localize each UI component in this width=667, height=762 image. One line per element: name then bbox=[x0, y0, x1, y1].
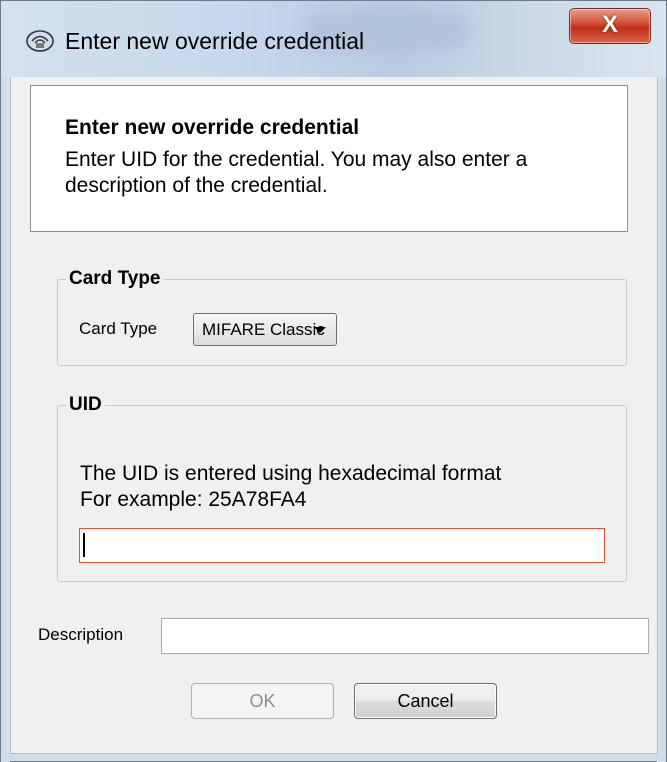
card-type-selected-value: MIFARE Classic bbox=[202, 320, 325, 339]
title-bar[interactable]: Enter new override credential X bbox=[1, 1, 666, 78]
window-frame-left bbox=[1, 77, 10, 762]
window-frame-bottom bbox=[1, 753, 666, 761]
uid-info: The UID is entered using hexadecimal for… bbox=[80, 461, 501, 513]
uid-input[interactable] bbox=[79, 528, 605, 563]
close-icon: X bbox=[601, 11, 618, 38]
window-title: Enter new override credential bbox=[65, 28, 365, 54]
description-input[interactable] bbox=[161, 618, 649, 654]
description-label: Description bbox=[38, 625, 124, 644]
uid-group-legend: UID bbox=[66, 394, 105, 416]
header-panel: Enter new override credential Enter UID … bbox=[30, 85, 628, 232]
uid-info-line-1: The UID is entered using hexadecimal for… bbox=[80, 462, 502, 485]
text-cursor bbox=[83, 533, 85, 557]
card-type-dropdown[interactable]: MIFARE Classic bbox=[193, 313, 337, 346]
chevron-down-icon bbox=[314, 327, 326, 333]
cancel-button[interactable]: Cancel bbox=[354, 683, 497, 719]
dialog-window: Enter new override credential X Enter ne… bbox=[0, 0, 667, 762]
header-description: Enter UID for the credential. You may al… bbox=[65, 148, 528, 197]
uid-info-line-2: For example: 25A78FA4 bbox=[80, 488, 307, 511]
card-type-label: Card Type bbox=[79, 319, 158, 338]
card-reader-icon bbox=[25, 29, 55, 53]
card-type-group-legend: Card Type bbox=[66, 268, 164, 290]
ok-button[interactable]: OK bbox=[191, 683, 334, 719]
close-button[interactable]: X bbox=[569, 8, 651, 44]
window-frame-right bbox=[657, 77, 666, 762]
header-title: Enter new override credential bbox=[65, 116, 360, 139]
